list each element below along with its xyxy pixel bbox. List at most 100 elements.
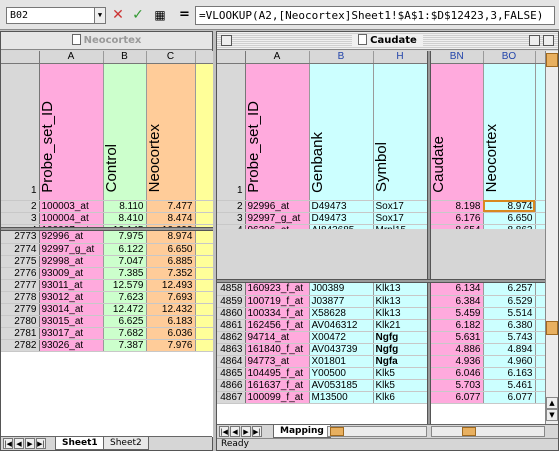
corner-cell[interactable] xyxy=(1,51,40,64)
last-sheet-icon[interactable]: ▶| xyxy=(36,438,46,449)
row-header[interactable]: 4866 xyxy=(217,379,246,392)
genbank-cell[interactable]: J03877 xyxy=(309,295,374,308)
neocortex-cell[interactable]: 8.474 xyxy=(146,212,196,225)
row-header[interactable]: 1 xyxy=(217,63,246,201)
symbol-cell[interactable]: Sox17 xyxy=(373,200,427,213)
col-header-bp[interactable] xyxy=(535,51,545,64)
neocortex-cell[interactable]: 5.514 xyxy=(483,307,536,320)
genbank-cell[interactable]: AV046312 xyxy=(309,319,374,332)
row-header[interactable]: 2782 xyxy=(1,339,40,352)
control-cell[interactable]: 12.579 xyxy=(103,279,147,292)
control-cell[interactable]: 8.410 xyxy=(103,212,147,225)
neocortex-cell[interactable]: 5.461 xyxy=(483,379,536,392)
cell[interactable] xyxy=(195,303,213,316)
probe-id-cell[interactable]: 92998_at xyxy=(39,255,104,268)
probe-id-cell[interactable]: 93011_at xyxy=(39,279,104,292)
symbol-cell[interactable]: Klk21 xyxy=(373,319,427,332)
caudate-bottom-right-pane[interactable]: 6.134 6.257 6.384 6.529 5.459 5.514 6.182 6.380… xyxy=(431,283,545,436)
cell[interactable] xyxy=(535,307,545,320)
chevron-down-icon[interactable]: ▼ xyxy=(94,8,105,23)
cell[interactable] xyxy=(195,200,213,213)
probe-id-cell[interactable]: 94714_at xyxy=(245,331,310,344)
symbol-cell[interactable]: Ngfg xyxy=(373,331,427,344)
cell[interactable] xyxy=(195,267,213,280)
row-header[interactable]: 1 xyxy=(1,63,40,201)
probe-id-cell[interactable]: 160923_f_at xyxy=(245,283,310,296)
probe-id-cell[interactable]: 100099_f_at xyxy=(245,391,310,404)
probe-id-cell[interactable]: 162456_f_at xyxy=(245,319,310,332)
tab-sheet2[interactable]: Sheet2 xyxy=(103,437,149,450)
genbank-cell[interactable]: D49473 xyxy=(309,200,374,213)
probe-id-cell[interactable]: 94773_at xyxy=(245,355,310,368)
probe-id-cell[interactable]: 161637_f_at xyxy=(245,379,310,392)
caudate-cell[interactable]: 6.046 xyxy=(431,367,484,380)
row-header[interactable]: 2781 xyxy=(1,327,40,340)
cell[interactable] xyxy=(195,243,213,256)
tab-sheet1[interactable]: Sheet1 xyxy=(55,437,105,450)
col-header-a[interactable]: A xyxy=(39,51,104,64)
control-cell[interactable]: 7.682 xyxy=(103,327,147,340)
caudate-titlebar[interactable]: Caudate xyxy=(217,32,558,50)
row-header[interactable]: 2774 xyxy=(1,243,40,256)
symbol-cell[interactable]: Klk5 xyxy=(373,367,427,380)
row-header[interactable]: 2 xyxy=(217,200,246,213)
cell[interactable] xyxy=(195,315,213,328)
cell[interactable] xyxy=(535,331,545,344)
neocortex-cell[interactable]: 8.974 xyxy=(483,200,536,213)
caudate-cell[interactable]: 5.703 xyxy=(431,379,484,392)
genbank-cell[interactable]: AV053185 xyxy=(309,379,374,392)
caudate-cell[interactable]: 4.886 xyxy=(431,343,484,356)
header-cell[interactable]: Neocortex xyxy=(483,63,536,201)
neocortex-cell[interactable]: 6.257 xyxy=(483,283,536,296)
neocortex-cell[interactable]: 5.743 xyxy=(483,331,536,344)
cell[interactable] xyxy=(195,212,213,225)
neocortex-cell[interactable]: 8.974 xyxy=(146,231,196,244)
row-header[interactable]: 4859 xyxy=(217,295,246,308)
caudate-cell[interactable]: 6.182 xyxy=(431,319,484,332)
cell[interactable] xyxy=(535,212,545,225)
neocortex-cell[interactable]: 7.693 xyxy=(146,291,196,304)
prev-sheet-icon[interactable]: ◀ xyxy=(14,438,24,449)
symbol-cell[interactable]: Klk5 xyxy=(373,379,427,392)
cell[interactable] xyxy=(535,200,545,213)
horizontal-scrollbar-left[interactable] xyxy=(327,426,427,437)
control-cell[interactable]: 7.385 xyxy=(103,267,147,280)
control-cell[interactable]: 7.623 xyxy=(103,291,147,304)
header-cell[interactable]: Probe_set_ID xyxy=(39,63,104,201)
horizontal-scrollbar-right[interactable] xyxy=(431,426,545,437)
probe-id-cell[interactable]: 100004_at xyxy=(39,212,104,225)
vertical-scrollbar[interactable]: ▲ ▼ xyxy=(545,51,558,436)
genbank-cell[interactable]: AI843685 xyxy=(309,224,374,229)
row-header[interactable]: 2773 xyxy=(1,231,40,244)
genbank-cell[interactable]: X01801 xyxy=(309,355,374,368)
zoom-box-icon[interactable] xyxy=(529,35,540,46)
probe-id-cell[interactable]: 93012_at xyxy=(39,291,104,304)
next-sheet-icon[interactable]: ▶ xyxy=(25,438,35,449)
cell[interactable] xyxy=(195,255,213,268)
genbank-cell[interactable]: X58628 xyxy=(309,307,374,320)
neocortex-cell[interactable]: 12.493 xyxy=(146,279,196,292)
cell[interactable] xyxy=(535,379,545,392)
symbol-cell[interactable]: Klk13 xyxy=(373,295,427,308)
row-header[interactable]: 4860 xyxy=(217,307,246,320)
row-header[interactable]: 4867 xyxy=(217,391,246,404)
col-header-h[interactable]: H xyxy=(373,51,427,64)
header-cell[interactable]: Caudate xyxy=(431,63,484,201)
neocortex-cell[interactable]: 6.183 xyxy=(146,315,196,328)
genbank-cell[interactable]: M13500 xyxy=(309,391,374,404)
caudate-bottom-left-pane[interactable]: 4858 160923_f_at J00389 Klk13 4859 100719_f_a… xyxy=(217,283,427,436)
header-cell[interactable]: Symbol xyxy=(373,63,427,201)
symbol-cell[interactable]: Ngfg xyxy=(373,343,427,356)
header-cell[interactable]: Genbank xyxy=(309,63,374,201)
cell[interactable] xyxy=(195,231,213,244)
row-header[interactable]: 2775 xyxy=(1,255,40,268)
neocortex-cell[interactable]: 7.477 xyxy=(146,200,196,213)
cell[interactable] xyxy=(195,291,213,304)
neocortex-cell[interactable]: 6.036 xyxy=(146,327,196,340)
symbol-cell[interactable]: Mrpl15 xyxy=(373,224,427,229)
enter-icon[interactable]: ✓ xyxy=(130,6,146,24)
caudate-cell[interactable]: 6.176 xyxy=(431,212,484,225)
caudate-top-left-pane[interactable]: A B H 1 Probe_set_ID Genbank Symbol 2 929… xyxy=(217,51,427,229)
collapse-box-icon[interactable] xyxy=(543,35,554,46)
symbol-cell[interactable]: Sox17 xyxy=(373,212,427,225)
